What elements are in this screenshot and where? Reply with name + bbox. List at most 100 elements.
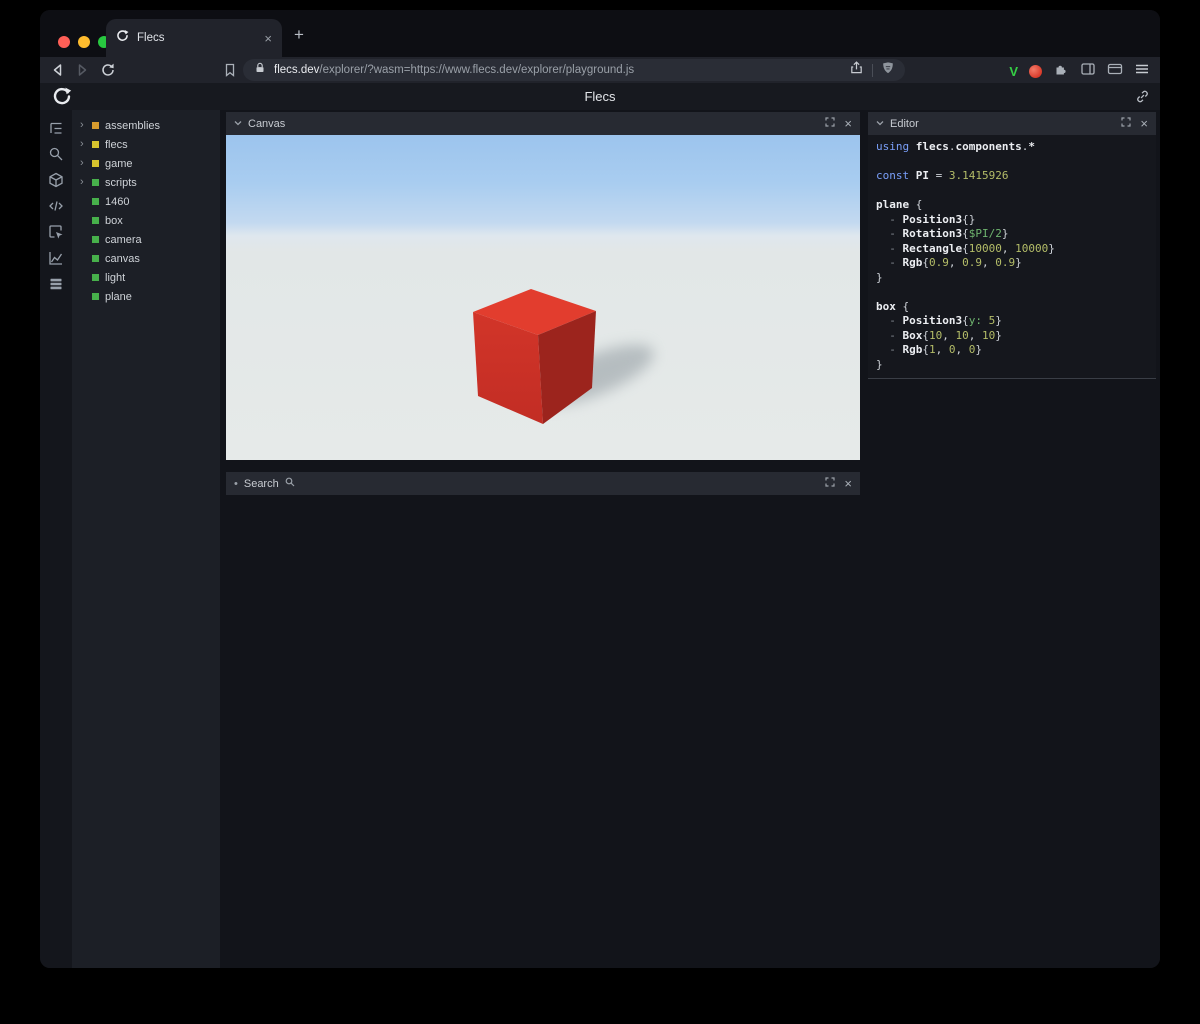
inspect-icon[interactable] xyxy=(48,224,64,240)
entity-tree: ›assemblies›flecs›game›scripts›1460›box›… xyxy=(72,110,220,968)
app-content: ›assemblies›flecs›game›scripts›1460›box›… xyxy=(40,110,1160,968)
collapsed-bullet-icon[interactable]: • xyxy=(234,478,238,490)
code-line: plane { xyxy=(876,198,1156,213)
url-host: flecs.dev xyxy=(274,64,319,76)
tree-item-assemblies[interactable]: › assemblies xyxy=(72,116,220,135)
back-button[interactable] xyxy=(50,62,66,78)
sidebar-toggle-icon[interactable] xyxy=(1080,61,1096,82)
reload-button[interactable] xyxy=(100,62,116,78)
tree-item-flecs[interactable]: ›flecs xyxy=(72,135,220,154)
extension-area: V xyxy=(1009,61,1150,82)
expand-panel-icon[interactable] xyxy=(1121,117,1131,130)
search-icon[interactable] xyxy=(48,146,64,162)
code-line: using flecs.components.* xyxy=(876,140,1156,155)
tree-item-light[interactable]: ›light xyxy=(72,268,220,287)
tree-item-label: box xyxy=(105,215,123,227)
entity-kind-square xyxy=(92,179,99,186)
search-panel-title: Search xyxy=(244,478,279,490)
code-line: const PI = 3.1415926 xyxy=(876,169,1156,184)
search-panel-header[interactable]: • Search × xyxy=(226,472,860,495)
expand-panel-icon[interactable] xyxy=(825,117,835,130)
entity-kind-square xyxy=(92,274,99,281)
editor-panel-header[interactable]: Editor × xyxy=(868,112,1156,135)
chart-icon[interactable] xyxy=(48,250,64,266)
shield-icon[interactable] xyxy=(881,61,895,80)
app-header: Flecs xyxy=(40,83,1160,110)
tree-item-label: 1460 xyxy=(105,196,129,208)
entity-kind-square xyxy=(92,122,99,129)
code-line: - Rgb{0.9, 0.9, 0.9} xyxy=(876,256,1156,271)
code-line: box { xyxy=(876,300,1156,315)
tree-item-canvas[interactable]: ›canvas xyxy=(72,249,220,268)
tree-item-label: plane xyxy=(105,291,132,303)
code-line: - Position3{} xyxy=(876,213,1156,228)
entity-kind-square xyxy=(92,236,99,243)
entity-kind-square xyxy=(92,293,99,300)
red-extension-icon[interactable] xyxy=(1029,65,1042,78)
expand-panel-icon[interactable] xyxy=(825,477,835,490)
canvas-3d-viewport[interactable] xyxy=(226,135,860,460)
tree-item-label: scripts xyxy=(105,177,137,189)
expand-chevron-icon[interactable]: › xyxy=(80,120,90,131)
browser-tab[interactable]: Flecs × xyxy=(106,19,282,57)
editor-panel-title: Editor xyxy=(890,118,919,130)
tree-item-1460[interactable]: ›1460 xyxy=(72,192,220,211)
tree-icon[interactable] xyxy=(48,120,64,136)
package-icon[interactable] xyxy=(48,172,64,188)
share-icon[interactable] xyxy=(849,60,864,80)
bookmark-icon[interactable] xyxy=(222,62,238,78)
close-panel-icon[interactable]: × xyxy=(844,117,852,130)
canvas-panel-header[interactable]: Canvas × xyxy=(226,112,860,135)
code-line: - Rotation3{$PI/2} xyxy=(876,227,1156,242)
red-cube-scene xyxy=(226,135,860,460)
tab-close-icon[interactable]: × xyxy=(264,31,272,46)
close-panel-icon[interactable]: × xyxy=(1140,117,1148,130)
v-extension-icon[interactable]: V xyxy=(1009,65,1018,78)
minimize-window-button[interactable] xyxy=(78,36,90,48)
close-window-button[interactable] xyxy=(58,36,70,48)
expand-chevron-icon[interactable]: › xyxy=(80,158,90,169)
expand-chevron-icon[interactable]: › xyxy=(80,139,90,150)
tree-item-camera[interactable]: ›camera xyxy=(72,230,220,249)
tree-item-label: assemblies xyxy=(105,120,160,132)
close-panel-icon[interactable]: × xyxy=(844,477,852,490)
url-text: flecs.dev/explorer/?wasm=https://www.fle… xyxy=(274,64,842,76)
flecs-logo-icon[interactable] xyxy=(52,86,72,111)
code-line: - Position3{y: 5} xyxy=(876,314,1156,329)
browser-toolbar: flecs.dev/explorer/?wasm=https://www.fle… xyxy=(40,57,1160,83)
tab-strip: Flecs × + xyxy=(40,10,1160,57)
chevron-down-icon[interactable] xyxy=(234,118,242,130)
chevron-down-icon[interactable] xyxy=(876,118,884,130)
entity-kind-square xyxy=(92,217,99,224)
tree-item-box[interactable]: ›box xyxy=(72,211,220,230)
expand-chevron-icon[interactable]: › xyxy=(80,177,90,188)
rows-icon[interactable] xyxy=(48,276,64,292)
tree-item-scripts[interactable]: › scripts xyxy=(72,173,220,192)
code-line: } xyxy=(876,271,1156,286)
browser-window: Flecs × + flecs.dev/explorer/?wasm=https… xyxy=(40,10,1160,968)
entity-kind-square xyxy=(92,160,99,167)
code-line: - Rectangle{10000, 10000} xyxy=(876,242,1156,257)
code-line xyxy=(876,285,1156,300)
lock-icon xyxy=(253,61,267,80)
toolbar-divider xyxy=(872,64,873,77)
entity-kind-square xyxy=(92,198,99,205)
code-icon[interactable] xyxy=(48,198,64,214)
code-line: } xyxy=(876,358,1156,373)
forward-button[interactable] xyxy=(74,62,90,78)
code-line: - Rgb{1, 0, 0} xyxy=(876,343,1156,358)
address-bar[interactable]: flecs.dev/explorer/?wasm=https://www.fle… xyxy=(243,59,905,81)
share-link-icon[interactable] xyxy=(1135,89,1150,109)
editor-code[interactable]: using flecs.components.* const PI = 3.14… xyxy=(868,135,1156,379)
wallet-card-icon[interactable] xyxy=(1107,61,1123,82)
puzzle-extensions-icon[interactable] xyxy=(1053,61,1069,82)
code-line xyxy=(876,155,1156,170)
tree-item-game[interactable]: › game xyxy=(72,154,220,173)
new-tab-button[interactable]: + xyxy=(294,26,304,43)
entity-kind-square xyxy=(92,255,99,262)
menu-hamburger-icon[interactable] xyxy=(1134,61,1150,82)
flecs-favicon-icon xyxy=(116,29,129,47)
tree-item-label: game xyxy=(105,158,133,170)
app-title: Flecs xyxy=(40,89,1160,104)
tree-item-plane[interactable]: ›plane xyxy=(72,287,220,306)
